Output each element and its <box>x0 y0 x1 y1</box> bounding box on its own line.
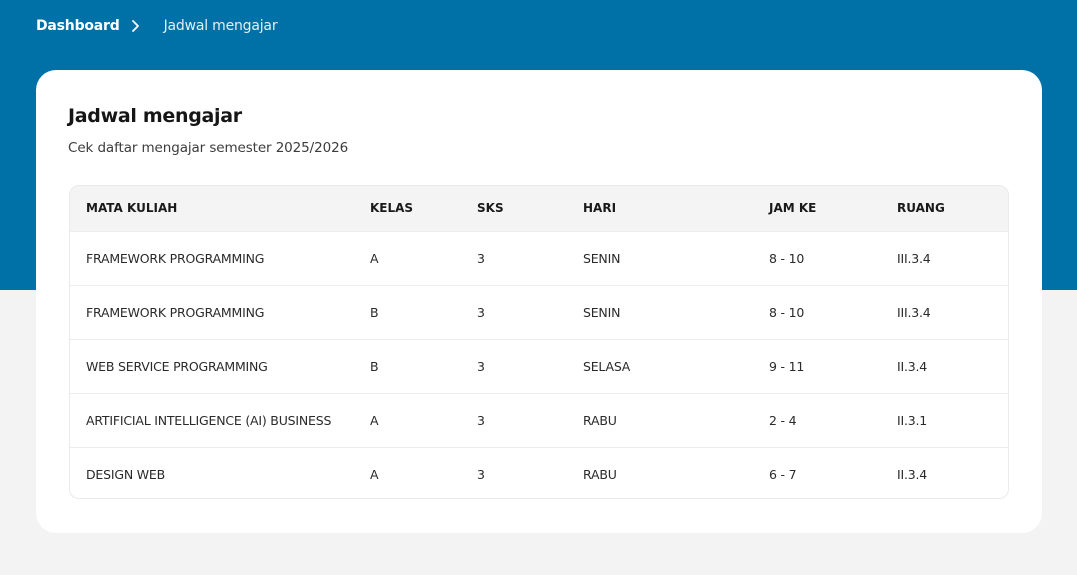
cell-jam-ke: 6 - 7 <box>769 466 797 482</box>
table-row: FRAMEWORK PROGRAMMING B 3 SENIN 8 - 10 I… <box>70 285 1008 339</box>
cell-jam-ke: 9 - 11 <box>769 358 805 374</box>
cell-jam-ke: 8 - 10 <box>769 304 805 320</box>
breadcrumb-current: Jadwal mengajar <box>163 18 278 34</box>
cell-sks: 3 <box>477 250 485 266</box>
cell-kelas: A <box>370 466 379 482</box>
cell-kelas: B <box>370 358 379 374</box>
cell-sks: 3 <box>477 466 485 482</box>
schedule-table-container: MATA KULIAH KELAS SKS HARI JAM KE RUANG … <box>69 185 1009 499</box>
page-title: Jadwal mengajar <box>68 105 242 127</box>
cell-jam-ke: 8 - 10 <box>769 250 805 266</box>
table-row: FRAMEWORK PROGRAMMING A 3 SENIN 8 - 10 I… <box>70 231 1008 285</box>
column-header-kelas: KELAS <box>370 201 414 216</box>
cell-hari: SENIN <box>583 304 621 320</box>
cell-kelas: A <box>370 250 379 266</box>
cell-mata-kuliah: DESIGN WEB <box>86 466 165 482</box>
cell-ruang: II.3.1 <box>897 412 928 428</box>
page-subtitle: Cek daftar mengajar semester 2025/2026 <box>68 140 349 156</box>
cell-jam-ke: 2 - 4 <box>769 412 797 428</box>
cell-sks: 3 <box>477 412 485 428</box>
cell-hari: SENIN <box>583 250 621 266</box>
cell-ruang: III.3.4 <box>897 304 931 320</box>
column-header-hari: HARI <box>583 201 617 216</box>
cell-mata-kuliah: ARTIFICIAL INTELLIGENCE (AI) BUSINESS <box>86 412 332 428</box>
schedule-table: MATA KULIAH KELAS SKS HARI JAM KE RUANG … <box>70 186 1008 498</box>
cell-ruang: II.3.4 <box>897 466 928 482</box>
cell-hari: RABU <box>583 412 617 428</box>
cell-sks: 3 <box>477 358 485 374</box>
column-header-jam-ke: JAM KE <box>769 201 817 216</box>
cell-sks: 3 <box>477 304 485 320</box>
cell-hari: RABU <box>583 466 617 482</box>
cell-mata-kuliah: WEB SERVICE PROGRAMMING <box>86 358 268 374</box>
schedule-card: Jadwal mengajar Cek daftar mengajar seme… <box>36 70 1042 533</box>
table-row: ARTIFICIAL INTELLIGENCE (AI) BUSINESS A … <box>70 393 1008 447</box>
cell-kelas: A <box>370 412 379 428</box>
cell-kelas: B <box>370 304 379 320</box>
breadcrumb: Dashboard Jadwal mengajar <box>36 16 278 36</box>
table-body: FRAMEWORK PROGRAMMING A 3 SENIN 8 - 10 I… <box>70 231 1008 498</box>
table-row: DESIGN WEB A 3 RABU 6 - 7 II.3.4 <box>70 447 1008 498</box>
column-header-mata-kuliah: MATA KULIAH <box>86 201 178 216</box>
breadcrumb-dashboard-link[interactable]: Dashboard <box>36 18 120 34</box>
cell-mata-kuliah: FRAMEWORK PROGRAMMING <box>86 250 265 266</box>
column-header-ruang: RUANG <box>897 201 945 216</box>
chevron-right-icon <box>131 16 155 36</box>
column-header-sks: SKS <box>477 201 504 216</box>
table-row: WEB SERVICE PROGRAMMING B 3 SELASA 9 - 1… <box>70 339 1008 393</box>
cell-mata-kuliah: FRAMEWORK PROGRAMMING <box>86 304 265 320</box>
table-header: MATA KULIAH KELAS SKS HARI JAM KE RUANG <box>70 186 1008 231</box>
cell-hari: SELASA <box>583 358 631 374</box>
table-header-row: MATA KULIAH KELAS SKS HARI JAM KE RUANG <box>70 186 1008 231</box>
cell-ruang: II.3.4 <box>897 358 928 374</box>
cell-ruang: III.3.4 <box>897 250 931 266</box>
